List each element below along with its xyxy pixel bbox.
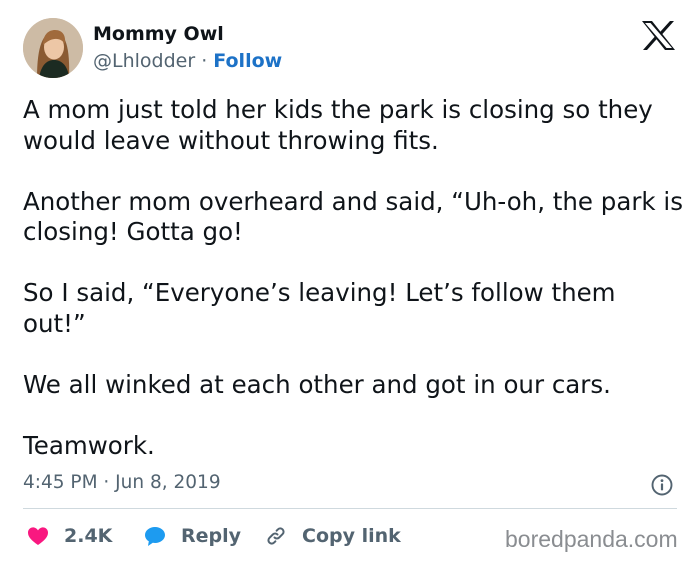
follow-link[interactable]: Follow	[213, 50, 282, 72]
heart-icon	[26, 524, 50, 548]
copy-link-label: Copy link	[302, 525, 401, 547]
avatar-image	[23, 18, 83, 78]
tweet-paragraph: So I said, “Everyone’s leaving! Let’s fo…	[23, 278, 616, 338]
tweet-paragraph: Another mom overheard and said, “Uh-oh, …	[23, 186, 683, 247]
divider	[23, 508, 677, 509]
tweet-paragraph: A mom just told her kids the park is clo…	[23, 95, 653, 155]
watermark: boredpanda.com	[505, 526, 678, 552]
handle-separator: ·	[201, 50, 208, 72]
tweet-paragraph: We all winked at each other and got in o…	[23, 369, 611, 399]
display-name[interactable]: Mommy Owl	[93, 22, 224, 46]
tweet-paragraph: Teamwork.	[23, 430, 155, 460]
link-icon	[264, 524, 288, 548]
copy-link-button[interactable]: Copy link	[264, 521, 401, 551]
avatar[interactable]	[23, 18, 83, 78]
like-button[interactable]: 2.4K	[26, 521, 112, 551]
reply-bubble-icon	[143, 524, 167, 548]
tweet-timestamp[interactable]: 4:45 PM · Jun 8, 2019	[23, 471, 221, 495]
author-handle[interactable]: @Lhlodder	[93, 50, 195, 72]
reply-label: Reply	[181, 525, 242, 547]
info-icon[interactable]	[650, 473, 674, 497]
reply-button[interactable]: Reply	[143, 521, 241, 551]
author-handle-line: @Lhlodder · Follow	[93, 49, 282, 73]
tweet-text: A mom just told her kids the park is clo…	[23, 95, 683, 461]
like-count: 2.4K	[64, 525, 113, 547]
x-logo-icon[interactable]	[641, 20, 676, 51]
